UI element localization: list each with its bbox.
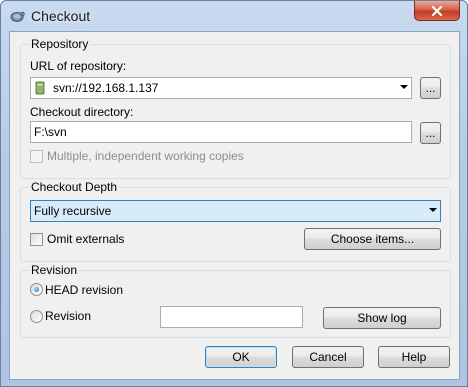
- head-revision-radio[interactable]: [30, 283, 43, 296]
- close-button[interactable]: [414, 1, 460, 21]
- multiple-working-copies-label: Multiple, independent working copies: [47, 149, 244, 163]
- dialog-body: Repository URL of repository: svn://192.…: [9, 31, 460, 380]
- browse-dir-button[interactable]: ...: [420, 122, 441, 144]
- chevron-down-icon: [429, 208, 437, 212]
- revision-group-label: Revision: [29, 263, 80, 277]
- url-combobox[interactable]: svn://192.168.1.137: [30, 77, 412, 99]
- url-label: URL of repository:: [30, 59, 127, 73]
- depth-group-label: Checkout Depth: [29, 180, 120, 194]
- show-log-button[interactable]: Show log: [323, 307, 441, 329]
- dir-label: Checkout directory:: [30, 105, 134, 119]
- specific-revision-radio[interactable]: [30, 310, 43, 323]
- title-bar[interactable]: Checkout: [1, 1, 467, 31]
- browse-url-button[interactable]: ...: [420, 77, 441, 99]
- revision-input[interactable]: [160, 306, 303, 328]
- checkout-dir-input[interactable]: F:\svn: [30, 121, 412, 143]
- omit-externals-checkbox[interactable]: [30, 233, 43, 246]
- close-icon: [431, 5, 443, 16]
- repository-group: Repository URL of repository: svn://192.…: [20, 37, 451, 179]
- omit-externals-label: Omit externals: [47, 232, 125, 246]
- choose-items-button[interactable]: Choose items...: [304, 228, 441, 250]
- head-revision-label: HEAD revision: [45, 283, 124, 297]
- window-title: Checkout: [31, 8, 91, 24]
- revision-group: Revision HEAD revision Revision Show log: [20, 263, 451, 338]
- repository-group-label: Repository: [29, 37, 91, 51]
- specific-revision-label: Revision: [45, 309, 92, 323]
- depth-combobox[interactable]: Fully recursive: [30, 200, 441, 222]
- checkout-dir-value: F:\svn: [34, 125, 67, 139]
- checkout-dialog: Checkout Repository URL of repository: s…: [0, 0, 468, 387]
- multiple-working-copies-checkbox[interactable]: [30, 150, 43, 163]
- depth-group: Checkout Depth Fully recursive Omit exte…: [20, 180, 451, 262]
- tortoisesvn-icon: [10, 11, 25, 22]
- help-button[interactable]: Help: [378, 346, 450, 368]
- url-value: svn://192.168.1.137: [53, 81, 159, 95]
- chevron-down-icon: [400, 85, 408, 89]
- cancel-button[interactable]: Cancel: [292, 346, 364, 368]
- depth-value: Fully recursive: [34, 204, 112, 218]
- repository-icon: [35, 81, 45, 95]
- ok-button[interactable]: OK: [205, 346, 277, 368]
